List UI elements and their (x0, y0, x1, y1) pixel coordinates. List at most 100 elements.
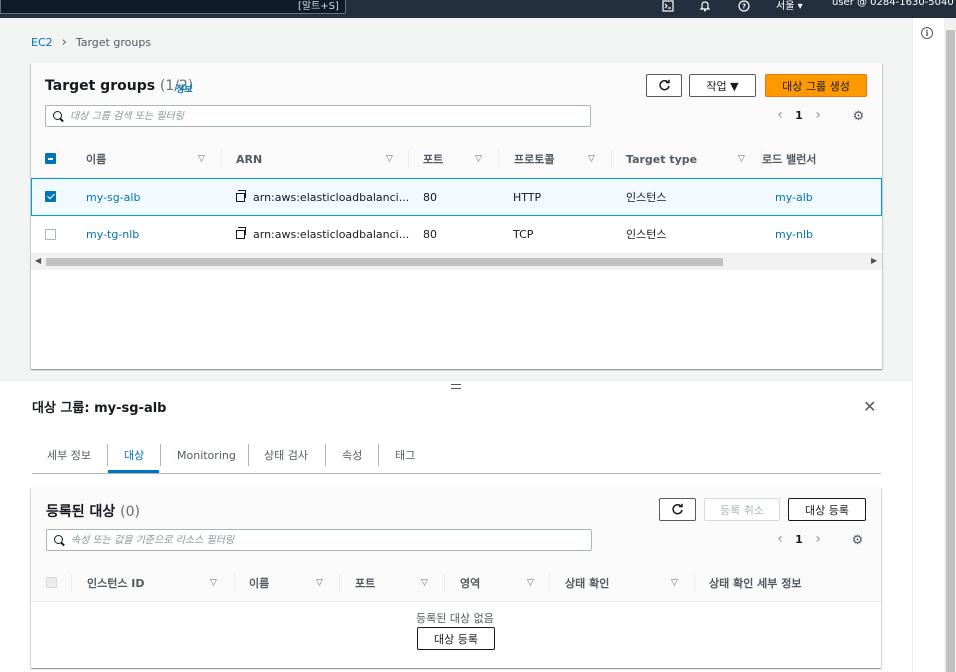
column-header-name[interactable]: 이름 ▽ (86, 140, 205, 178)
split-panel-title: 대상 그룹: my-sg-alb (32, 401, 167, 416)
load-balancer-link[interactable]: my-alb (775, 179, 813, 215)
sort-icon: ▽ (738, 154, 745, 164)
sort-icon: ▽ (198, 154, 205, 164)
select-all-checkbox (46, 577, 57, 588)
chevron-left-icon[interactable]: ‹ (770, 531, 790, 547)
column-header-name[interactable]: 이름 ▽ (249, 564, 323, 602)
search-icon (53, 110, 64, 122)
detail-tabs: 세부 정보 대상 Monitoring 상태 검사 속성 태그 (32, 436, 881, 474)
chevron-left-icon[interactable]: ‹ (770, 107, 790, 123)
port-cell: 80 (423, 227, 437, 241)
global-search-input[interactable] (0, 0, 346, 14)
deregister-button[interactable]: 등록 취소 (704, 498, 780, 521)
copy-icon[interactable] (236, 189, 246, 202)
tab-monitoring[interactable]: Monitoring (177, 436, 236, 474)
tab-details[interactable]: 세부 정보 (47, 436, 91, 474)
svg-text:?: ? (742, 3, 746, 11)
row-checkbox[interactable] (45, 191, 56, 202)
tab-attributes[interactable]: 속성 (342, 436, 362, 474)
create-target-group-button[interactable]: 대상 그룹 생성 (765, 74, 867, 97)
refresh-button[interactable] (659, 498, 696, 521)
horizontal-scrollbar[interactable]: ◀ ▶ (31, 254, 882, 270)
split-panel: 대상 그룹: my-sg-alb ✕ 세부 정보 대상 Monitoring 상… (0, 380, 912, 672)
column-header-arn[interactable]: ARN ▽ (236, 140, 393, 178)
sort-icon: ▽ (210, 578, 217, 588)
empty-register-targets-button[interactable]: 대상 등록 (417, 627, 495, 650)
copy-icon[interactable] (236, 226, 246, 239)
cloudshell-icon[interactable] (662, 0, 674, 12)
empty-state-text: 등록된 대상 없음 (416, 612, 494, 625)
sort-icon: ▽ (386, 154, 393, 164)
horizontal-scrollbar-thumb[interactable] (46, 258, 723, 266)
target-group-name-link[interactable]: my-tg-nlb (86, 216, 139, 252)
column-header-instance-id[interactable]: 인스턴스 ID ▽ (87, 564, 217, 602)
breadcrumb-ec2[interactable]: EC2 (31, 36, 53, 49)
chevron-right-icon[interactable]: › (808, 107, 828, 123)
table-row[interactable]: my-sg-alb arn:aws:elasticloadbalanci... … (31, 178, 882, 216)
bell-icon[interactable] (699, 0, 711, 12)
column-header-health-status[interactable]: 상태 확인 ▽ (565, 564, 678, 602)
registered-targets-title: 등록된 대상 (0) (46, 504, 140, 520)
load-balancer-link[interactable]: my-nlb (775, 216, 813, 252)
info-link[interactable]: 정보 (176, 82, 193, 95)
column-header-protocol[interactable]: 프로토콜 ▽ (514, 140, 595, 178)
search-icon (54, 534, 65, 546)
arn-cell: arn:aws:elasticloadbalanci... (236, 179, 409, 215)
actions-dropdown-button[interactable]: 작업 ▼ (689, 74, 756, 97)
target-group-search[interactable] (45, 105, 591, 127)
register-targets-button[interactable]: 대상 등록 (788, 498, 866, 521)
targets-search[interactable] (46, 529, 592, 551)
sort-icon: ▽ (475, 154, 482, 164)
breadcrumb-target-groups: Target groups (75, 36, 152, 49)
info-icon[interactable]: i (921, 27, 933, 39)
vertical-scrollbar-thumb[interactable] (946, 30, 955, 672)
search-input[interactable] (71, 534, 561, 546)
table-header: 이름 ▽ ARN ▽ 포트 ▽ 프로토콜 ▽ Target type ▽ 로드 밸런서 (31, 140, 882, 178)
target-group-name-link[interactable]: my-sg-alb (86, 179, 140, 215)
resize-handle-icon[interactable] (451, 384, 461, 389)
column-header-zone[interactable]: 영역 ▽ (460, 564, 534, 602)
page-number[interactable]: 1 (790, 109, 808, 122)
top-navigation-bar: [알트+S] ? 서울 ▾ user @ 0284-1630-5040 ▾ (0, 0, 956, 18)
row-checkbox[interactable] (45, 229, 56, 240)
chevron-right-icon[interactable]: › (808, 531, 828, 547)
tab-tags[interactable]: 태그 (395, 436, 415, 474)
scroll-right-arrow-icon: ▶ (871, 256, 878, 265)
target-groups-panel: Target groups (1/2) 정보 작업 ▼ 대상 그룹 생성 ‹ 1… (31, 63, 882, 369)
sort-icon: ▽ (421, 578, 428, 588)
column-header-health-details[interactable]: 상태 확인 세부 정보 (709, 564, 801, 602)
settings-gear-icon[interactable]: ⚙ (852, 110, 865, 123)
sort-icon: ▽ (671, 578, 678, 588)
protocol-cell: HTTP (513, 190, 542, 204)
help-icon[interactable]: ? (738, 0, 750, 12)
scroll-left-arrow-icon: ◀ (35, 256, 42, 265)
search-input[interactable] (70, 110, 560, 122)
target-type-cell: 인스턴스 (626, 228, 667, 241)
account-menu[interactable]: user @ 0284-1630-5040 ▾ (832, 0, 956, 8)
table-header: 인스턴스 ID ▽ 이름 ▽ 포트 ▽ 영역 ▽ 상태 확인 ▽ 상태 확인 세부 정보 (31, 564, 881, 602)
port-cell: 80 (423, 190, 437, 204)
sort-icon: ▽ (316, 578, 323, 588)
page-number[interactable]: 1 (790, 533, 808, 546)
pagination: ‹ 1 › (770, 531, 828, 547)
column-header-port[interactable]: 포트 ▽ (423, 140, 482, 178)
tab-health-checks[interactable]: 상태 검사 (264, 436, 308, 474)
close-icon[interactable]: ✕ (863, 399, 876, 415)
refresh-icon (672, 503, 683, 515)
column-header-port[interactable]: 포트 ▽ (355, 564, 428, 602)
table-row[interactable]: my-tg-nlb arn:aws:elasticloadbalanci... … (31, 216, 882, 254)
arn-cell: arn:aws:elasticloadbalanci... (236, 216, 409, 252)
registered-targets-panel: 등록된 대상 (0) 등록 취소 대상 등록 ‹ 1 › ⚙ 인스턴스 ID▽ … (31, 487, 881, 668)
settings-gear-icon[interactable]: ⚙ (851, 534, 864, 547)
select-all-checkbox[interactable] (45, 153, 56, 164)
column-header-target-type[interactable]: Target type ▽ (626, 140, 745, 178)
refresh-button[interactable] (646, 74, 682, 97)
page-title: Target groups (1/2) (45, 78, 194, 94)
column-header-load-balancer[interactable]: 로드 밸런서 (762, 140, 816, 178)
pagination: ‹ 1 › (770, 107, 828, 123)
tab-targets[interactable]: 대상 (124, 436, 144, 474)
region-selector[interactable]: 서울 ▾ (776, 0, 803, 12)
help-panel-rail: i (912, 18, 956, 672)
breadcrumb: EC2 › Target groups (31, 35, 151, 50)
target-type-cell: 인스턴스 (626, 191, 667, 204)
